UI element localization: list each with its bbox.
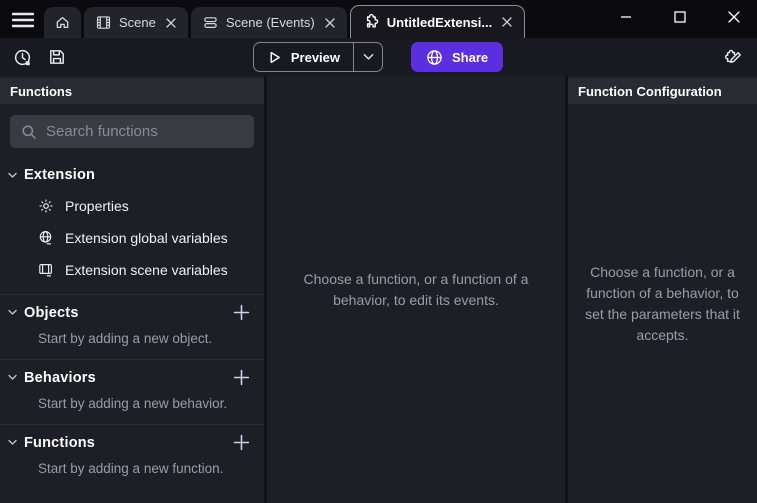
section-extension: Extension Properties Extension global va… — [0, 158, 264, 294]
section-behaviors-header[interactable]: Behaviors — [0, 360, 264, 393]
tab-label: Scene (Events) — [226, 15, 315, 30]
item-label: Extension scene variables — [65, 262, 228, 278]
film-icon — [96, 15, 111, 30]
preview-options-button[interactable] — [353, 43, 382, 71]
section-functions-header[interactable]: Functions — [0, 425, 264, 458]
section-behaviors: Behaviors Start by adding a new behavior… — [0, 359, 264, 424]
edit-extension-icon[interactable] — [723, 47, 743, 67]
toolbar-right — [503, 47, 757, 67]
section-title: Behaviors — [24, 370, 96, 386]
preview-split-button: Preview — [253, 42, 383, 72]
functions-panel: Functions Extension Properties — [0, 76, 264, 503]
minimize-icon[interactable] — [619, 10, 633, 24]
toolbar-center: Preview Share — [253, 42, 503, 72]
hamburger-menu-button[interactable] — [10, 9, 36, 31]
empty-hint: Start by adding a new object. — [0, 328, 264, 359]
chevron-down-icon — [363, 53, 374, 61]
toolbar-left — [0, 48, 253, 67]
section-title: Extension — [24, 167, 95, 183]
events-editor-placeholder: Choose a function, or a function of a be… — [280, 269, 552, 311]
plus-icon[interactable] — [233, 369, 250, 386]
close-icon[interactable] — [166, 18, 176, 28]
empty-hint: Start by adding a new function. — [0, 458, 264, 489]
chevron-down-icon — [8, 439, 17, 446]
section-objects-header[interactable]: Objects — [0, 295, 264, 328]
tab-bar: Scene Scene (Events) UntitledExtensi... — [44, 5, 525, 38]
tab-scene[interactable]: Scene — [84, 7, 188, 38]
section-title: Functions — [24, 435, 95, 451]
tab-label: Scene — [119, 15, 156, 30]
function-configuration-placeholder: Choose a function, or a function of a be… — [579, 262, 746, 346]
close-icon[interactable] — [325, 18, 335, 28]
function-configuration-title: Function Configuration — [578, 84, 722, 99]
globe-icon — [426, 49, 443, 66]
main-area: Functions Extension Properties — [0, 76, 757, 503]
scene-variable-icon — [38, 262, 54, 278]
home-icon — [55, 15, 70, 30]
search-box[interactable] — [10, 115, 254, 148]
preview-button-label: Preview — [291, 50, 340, 65]
events-list-icon — [203, 15, 218, 30]
item-label: Extension global variables — [65, 230, 228, 246]
window-controls — [619, 10, 741, 24]
tab-untitled-extension[interactable]: UntitledExtensi... — [350, 5, 525, 38]
share-button[interactable]: Share — [411, 42, 503, 72]
plus-icon[interactable] — [233, 304, 250, 321]
close-window-icon[interactable] — [727, 10, 741, 24]
tab-home[interactable] — [44, 7, 81, 38]
item-extension-scene-variables[interactable]: Extension scene variables — [0, 254, 264, 286]
empty-hint: Start by adding a new behavior. — [0, 393, 264, 424]
function-configuration-header: Function Configuration — [568, 78, 757, 104]
section-functions: Functions Start by adding a new function… — [0, 424, 264, 489]
tab-label: UntitledExtensi... — [387, 15, 492, 30]
section-extension-header[interactable]: Extension — [0, 158, 264, 190]
tab-scene-events[interactable]: Scene (Events) — [191, 7, 347, 38]
titlebar: Scene Scene (Events) UntitledExtensi... — [0, 0, 757, 38]
close-icon[interactable] — [502, 17, 512, 27]
gear-icon — [38, 198, 54, 214]
maximize-icon[interactable] — [673, 10, 687, 24]
chevron-down-icon — [8, 172, 17, 179]
function-configuration-body: Choose a function, or a function of a be… — [568, 104, 757, 503]
item-extension-global-variables[interactable]: Extension global variables — [0, 222, 264, 254]
chevron-down-icon — [8, 374, 17, 381]
play-icon — [267, 50, 282, 65]
plus-icon[interactable] — [233, 434, 250, 451]
puzzle-icon — [363, 14, 379, 30]
item-properties[interactable]: Properties — [0, 190, 264, 222]
item-label: Properties — [65, 198, 129, 214]
share-button-label: Share — [452, 50, 488, 65]
search-input[interactable] — [46, 123, 245, 140]
section-title: Objects — [24, 305, 79, 321]
events-editor-panel: Choose a function, or a function of a be… — [267, 76, 565, 503]
preview-button[interactable]: Preview — [254, 43, 353, 71]
section-objects: Objects Start by adding a new object. — [0, 294, 264, 359]
globe-variable-icon — [38, 230, 54, 246]
function-configuration-panel: Function Configuration Choose a function… — [568, 76, 757, 503]
hamburger-menu-icon — [12, 12, 34, 28]
functions-panel-title: Functions — [10, 84, 72, 99]
functions-panel-header: Functions — [0, 78, 264, 104]
save-icon[interactable] — [48, 48, 66, 66]
search-icon — [21, 124, 37, 140]
history-icon[interactable] — [13, 48, 32, 67]
toolbar: Preview Share — [0, 38, 757, 76]
chevron-down-icon — [8, 309, 17, 316]
